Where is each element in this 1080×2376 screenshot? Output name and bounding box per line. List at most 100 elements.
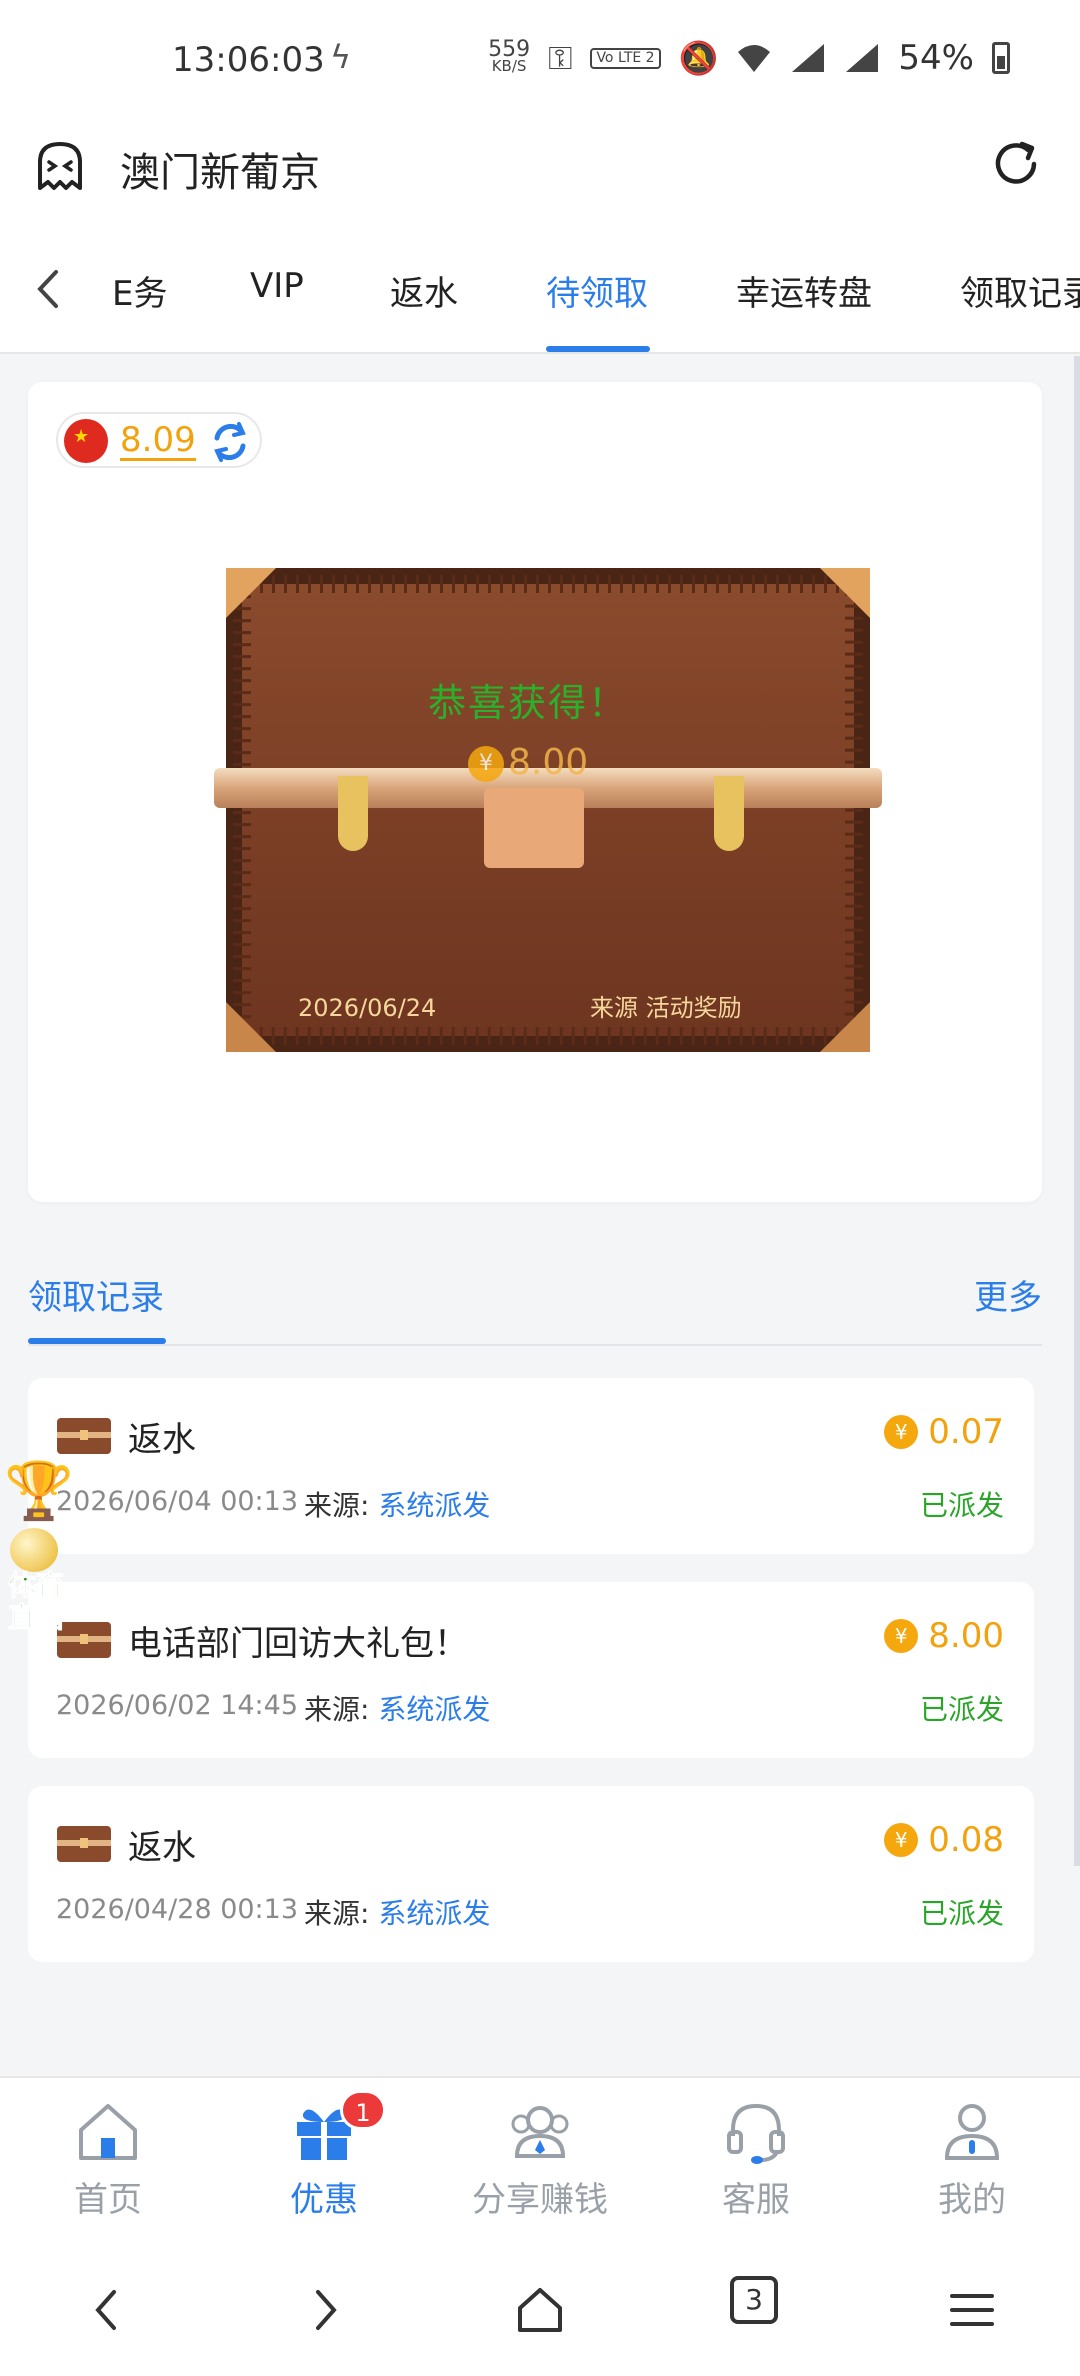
wifi-icon bbox=[738, 45, 771, 72]
headset-icon bbox=[727, 2103, 785, 2164]
tab-active-indicator bbox=[546, 346, 650, 352]
records-header: 领取记录 更多 bbox=[28, 1270, 1042, 1346]
user-icon bbox=[944, 2104, 1000, 2160]
record-date: 2026/04/28 00:13 bbox=[56, 1894, 299, 1925]
battery-percent: 54% bbox=[898, 38, 974, 78]
treasure-chest-image[interactable] bbox=[208, 550, 888, 1060]
browser-back-icon[interactable] bbox=[78, 2280, 138, 2340]
trophy-icon: 🏆 bbox=[4, 1459, 74, 1524]
record-amount-value: 0.07 bbox=[928, 1412, 1004, 1452]
charging-icon: ϟ bbox=[330, 38, 352, 76]
record-amount: ¥0.08 bbox=[884, 1820, 1004, 1860]
browser-tabs-button[interactable]: 3 bbox=[730, 2276, 778, 2324]
tab-rebate[interactable]: 返水 bbox=[390, 266, 458, 315]
congrats-text: 恭喜获得！ bbox=[428, 681, 629, 725]
record-amount: ¥8.00 bbox=[884, 1616, 1004, 1656]
balance-value: 8.09 bbox=[120, 420, 196, 461]
tab-claim-records[interactable]: 领取记录 bbox=[960, 266, 1080, 315]
chest-icon bbox=[57, 1418, 111, 1454]
chest-source: 来源 活动奖励 bbox=[590, 994, 742, 1022]
tab-lucky-wheel[interactable]: 幸运转盘 bbox=[736, 266, 872, 315]
record-status: 已派发 bbox=[919, 1489, 1004, 1522]
balance-pill: ★ 8.09 bbox=[56, 412, 262, 468]
coin-icon: ¥ bbox=[884, 1415, 919, 1449]
record-name: 电话部门回访大礼包！ bbox=[128, 1624, 468, 1664]
record-name: 返水 bbox=[128, 1828, 196, 1868]
nav-share-earn-label: 分享赚钱 bbox=[472, 2180, 608, 2220]
net-speed-unit: KB/S bbox=[491, 57, 527, 75]
home-icon bbox=[79, 2104, 137, 2160]
browser-forward-icon[interactable] bbox=[294, 2280, 354, 2340]
signal-icon-2 bbox=[846, 44, 879, 72]
sports-live-float-button[interactable]: 🏆 体育直播 bbox=[0, 1458, 74, 1638]
nav-promotions[interactable]: 优惠 1 bbox=[216, 2090, 432, 2236]
record-status: 已派发 bbox=[919, 1693, 1004, 1726]
record-amount-value: 8.00 bbox=[928, 1616, 1004, 1656]
record-amount: ¥0.07 bbox=[884, 1412, 1004, 1452]
record-source-label: 来源: bbox=[304, 1489, 370, 1522]
tab-vip[interactable]: VIP bbox=[250, 266, 304, 306]
nav-promotions-label: 优惠 bbox=[290, 2180, 358, 2220]
nav-home[interactable]: 首页 bbox=[0, 2096, 216, 2236]
tab-pending[interactable]: 待领取 bbox=[546, 266, 648, 315]
ghost-logo-icon bbox=[38, 142, 82, 190]
prize-amount: ¥8.00 bbox=[468, 742, 588, 783]
share-users-icon bbox=[511, 2106, 569, 2158]
record-source: 来源: 系统派发 bbox=[304, 1892, 490, 1932]
app-header: 澳门新葡京 bbox=[0, 120, 1080, 230]
record-item[interactable]: 返水 ¥0.07 2026/06/04 00:13 来源: 系统派发 已派发 bbox=[28, 1378, 1034, 1554]
nav-profile-label: 我的 bbox=[938, 2180, 1006, 2220]
scrollbar[interactable] bbox=[1074, 356, 1080, 1866]
status-time: 13:06:03 bbox=[172, 40, 325, 80]
browser-home-icon[interactable] bbox=[510, 2280, 570, 2340]
refresh-icon[interactable] bbox=[988, 136, 1044, 192]
nav-support-label: 客服 bbox=[722, 2180, 790, 2220]
sync-balance-icon[interactable] bbox=[208, 420, 252, 464]
ball-icon bbox=[10, 1528, 58, 1572]
record-source-value: 系统派发 bbox=[378, 1897, 491, 1930]
browser-menu-icon[interactable] bbox=[942, 2280, 1002, 2340]
record-source-value: 系统派发 bbox=[378, 1489, 491, 1522]
signal-icon-1 bbox=[792, 44, 825, 72]
browser-nav-bar: 3 bbox=[0, 2250, 1080, 2376]
record-source-label: 来源: bbox=[304, 1693, 370, 1726]
chest-icon bbox=[57, 1826, 111, 1862]
prize-value: 8.00 bbox=[508, 742, 589, 783]
nav-share-earn[interactable]: 分享赚钱 bbox=[432, 2096, 648, 2236]
tab-scroll-left-icon[interactable] bbox=[28, 264, 68, 314]
record-item[interactable]: 电话部门回访大礼包！ ¥8.00 2026/06/02 14:45 来源: 系统… bbox=[28, 1582, 1034, 1758]
coin-icon: ¥ bbox=[468, 746, 504, 782]
record-source: 来源: 系统派发 bbox=[304, 1484, 490, 1524]
tab-bar: E务 VIP 返水 待领取 幸运转盘 领取记录 bbox=[0, 230, 1080, 354]
tab-task[interactable]: E务 bbox=[112, 266, 167, 315]
volte-icon: Vo LTE 2 bbox=[590, 47, 661, 69]
sports-live-label: 体育直播 bbox=[7, 1569, 64, 1634]
record-source: 来源: 系统派发 bbox=[304, 1688, 490, 1728]
record-source-label: 来源: bbox=[304, 1897, 370, 1930]
status-bar: 13:06:03 ϟ 559 KB/S ⚿ Vo LTE 2 🔕 54% bbox=[0, 0, 1080, 120]
record-date: 2026/06/04 00:13 bbox=[56, 1486, 299, 1517]
record-status: 已派发 bbox=[919, 1897, 1004, 1930]
nav-profile[interactable]: 我的 bbox=[864, 2096, 1080, 2236]
record-item[interactable]: 返水 ¥0.08 2026/04/28 00:13 来源: 系统派发 已派发 bbox=[28, 1786, 1034, 1962]
net-speed-value: 559 bbox=[488, 37, 531, 62]
record-date: 2026/06/02 14:45 bbox=[56, 1690, 299, 1721]
records-title[interactable]: 领取记录 bbox=[28, 1270, 164, 1319]
mute-bell-icon: 🔕 bbox=[678, 39, 719, 77]
status-icons: 559 KB/S ⚿ Vo LTE 2 🔕 54% bbox=[488, 38, 1010, 78]
chest-date: 2026/06/24 bbox=[298, 994, 437, 1022]
notification-badge: 1 bbox=[340, 2090, 386, 2130]
china-flag-icon: ★ bbox=[64, 419, 108, 463]
record-name: 返水 bbox=[128, 1420, 196, 1460]
nav-support[interactable]: 客服 bbox=[648, 2096, 864, 2236]
treasure-card: ★ 8.09 恭喜获得！ ¥ 8.00 2026/06/24 来源 活动奖励 bbox=[28, 382, 1042, 1202]
bottom-nav: 首页 优惠 1 分享赚钱 客服 我的 bbox=[0, 2076, 1080, 2250]
coin-icon: ¥ bbox=[884, 1619, 919, 1653]
key-icon: ⚿ bbox=[548, 38, 573, 77]
net-speed: 559 KB/S bbox=[488, 37, 531, 75]
nav-home-label: 首页 bbox=[74, 2180, 142, 2220]
records-underline bbox=[28, 1338, 166, 1344]
battery-icon bbox=[992, 42, 1010, 74]
records-more-link[interactable]: 更多 bbox=[974, 1270, 1042, 1319]
record-source-value: 系统派发 bbox=[378, 1693, 491, 1726]
